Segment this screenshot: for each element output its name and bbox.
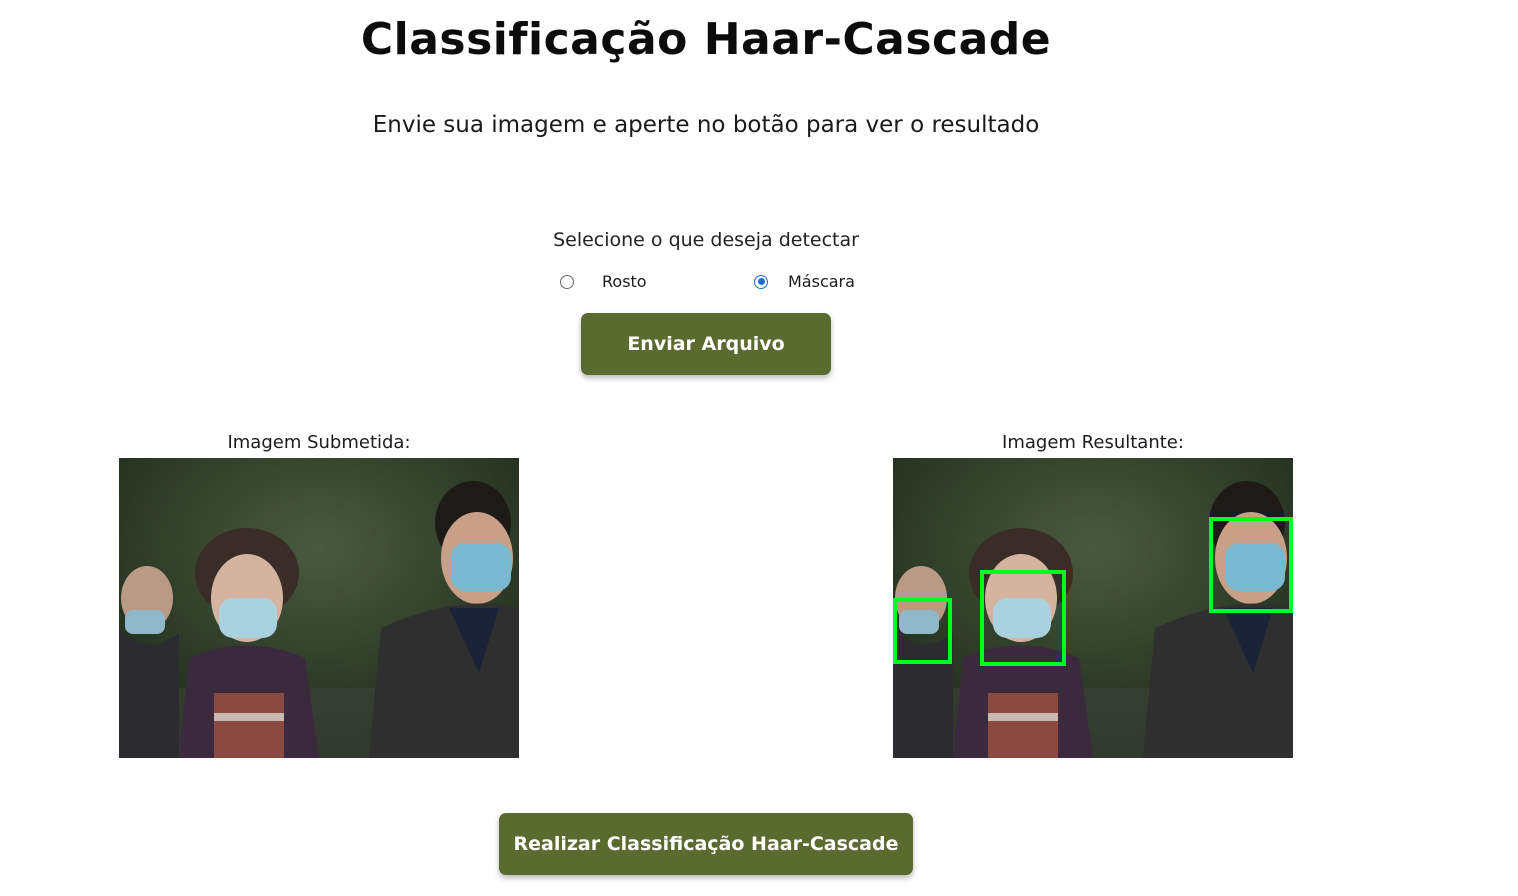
radio-mascara[interactable] — [754, 274, 768, 289]
submitted-photo-graphic — [119, 458, 519, 758]
detection-prompt: Selecione o que deseja detectar — [553, 229, 859, 251]
run-classification-button[interactable]: Realizar Classificação Haar-Cascade — [499, 813, 913, 875]
radio-mascara-label: Máscara — [788, 272, 855, 291]
result-image-label: Imagem Resultante: — [1002, 432, 1184, 453]
radio-option-rosto[interactable]: Rosto — [560, 272, 647, 291]
radio-option-mascara[interactable]: Máscara — [754, 272, 855, 291]
result-image — [893, 458, 1293, 758]
result-photo-graphic — [893, 458, 1293, 758]
radio-rosto[interactable] — [560, 274, 574, 289]
detection-radio-group: Rosto Máscara — [0, 272, 1412, 298]
submitted-image — [119, 458, 519, 758]
upload-file-button[interactable]: Enviar Arquivo — [581, 313, 831, 375]
page-subtitle: Envie sua imagem e aperte no botão para … — [372, 112, 1040, 138]
submitted-image-label: Imagem Submetida: — [227, 432, 411, 453]
page: Classificação Haar-Cascade Envie sua ima… — [0, 0, 1518, 896]
page-title: Classificação Haar-Cascade — [360, 14, 1052, 65]
radio-rosto-label: Rosto — [602, 272, 647, 291]
